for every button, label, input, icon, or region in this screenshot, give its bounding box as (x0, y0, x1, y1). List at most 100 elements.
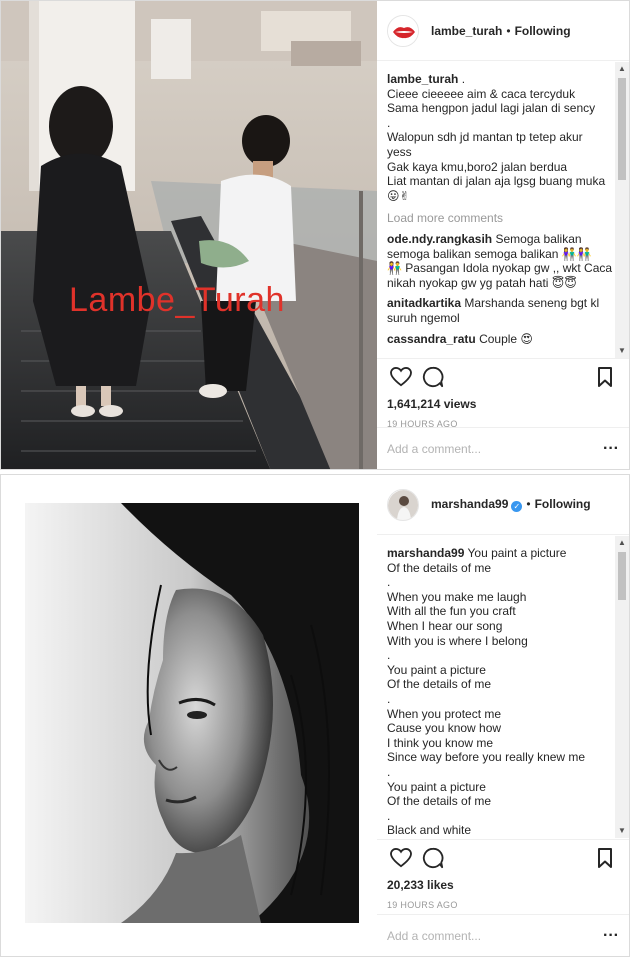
add-comment-input[interactable] (387, 928, 604, 943)
caption-line: Of the details of me (387, 560, 492, 575)
username-link[interactable]: lambe_turah (431, 24, 502, 38)
caption-line: . (387, 691, 391, 706)
header-title: lambe_turah • Following (431, 24, 571, 38)
caption-line: yess (387, 144, 412, 159)
caption-line: . (387, 115, 391, 130)
heart-icon (390, 367, 412, 387)
comment-bubble-icon (422, 366, 444, 388)
like-button[interactable] (387, 363, 415, 391)
comment-continuation: 👫 Pasangan Idola nyokap gw ,, wkt Caca n… (387, 261, 613, 290)
bookmark-icon (598, 848, 612, 868)
caption-line: Black and white (387, 823, 472, 838)
caption-line: . (387, 808, 391, 823)
caption-line: . (387, 648, 391, 663)
caption-line: Liat mantan di jalan aja lgsg buang muka (387, 174, 606, 189)
caption-line: Walopun sdh jd mantan tp tetep akur (387, 130, 583, 145)
following-button[interactable]: Following (535, 497, 591, 511)
add-comment-input[interactable] (387, 441, 604, 456)
caption-line: You paint a picture (387, 662, 486, 677)
comments-list[interactable]: lambe_turah . Cieee cieeeee aim & caca t… (377, 62, 629, 358)
post-header: lambe_turah • Following (377, 1, 629, 61)
caption-line: You paint a picture (387, 779, 486, 794)
caption-line: With all the fun you craft (387, 604, 516, 619)
more-dots-icon[interactable]: ··· (603, 927, 619, 945)
caption-line: . (387, 575, 391, 590)
caption-line: When you make me laugh (387, 589, 527, 604)
save-button[interactable] (591, 844, 619, 872)
mall-escalator-scene (1, 1, 377, 469)
scroll-up-arrow-icon[interactable]: ▲ (615, 62, 629, 76)
comments-scrollbar[interactable]: ▲ ▼ (615, 536, 629, 838)
post-marshanda: marshanda99 ✓ • Following marshanda99 You p… (0, 474, 630, 957)
post-header: marshanda99 ✓ • Following (377, 475, 629, 535)
add-comment-bar: ··· (377, 914, 629, 956)
verified-badge-icon: ✓ (511, 501, 523, 512)
timestamp[interactable]: 19 HOURS AGO (387, 900, 619, 910)
caption-line: Cieee cieeeee aim & caca tercyduk (387, 86, 576, 101)
scroll-up-arrow-icon[interactable]: ▲ (615, 536, 629, 550)
like-button[interactable] (387, 844, 415, 872)
likes-count[interactable]: 20,233 likes (387, 878, 619, 892)
lips-logo-icon (388, 15, 418, 46)
comment-bubble-icon (422, 847, 444, 869)
caption-line: When you protect me (387, 706, 502, 721)
caption-line: Of the details of me (387, 794, 492, 809)
heart-icon (390, 848, 412, 868)
caption-username[interactable]: lambe_turah (387, 72, 458, 86)
following-button[interactable]: Following (515, 24, 571, 38)
scroll-down-arrow-icon[interactable]: ▼ (615, 824, 629, 838)
views-count[interactable]: 1,641,214 views (387, 397, 619, 411)
comment-username[interactable]: anitadkartika (387, 296, 461, 310)
comment-username[interactable]: cassandra_ratu (387, 332, 476, 346)
post-lambe-turah: Lambe_Turah lambe_turah • Following lambe_… (0, 0, 630, 470)
scroll-thumb[interactable] (618, 78, 626, 180)
add-comment-bar: ··· (377, 427, 629, 469)
caption-first-line: You paint a picture (467, 546, 567, 560)
post-actions: 1,641,214 views 19 HOURS AGO (377, 358, 629, 429)
scroll-thumb[interactable] (618, 552, 626, 600)
action-icons-row (387, 840, 619, 876)
post-actions: 20,233 likes 19 HOURS AGO (377, 839, 629, 910)
comment-item: anitadkartika Marshanda seneng bgt kl su… (387, 296, 615, 325)
comment-item: ode.ndy.rangkasih Semoga balikan semoga … (387, 232, 615, 290)
caption-line: Of the details of me (387, 677, 492, 692)
caption: marshanda99 You paint a picture Of the d… (387, 546, 615, 838)
header-title: marshanda99 ✓ • Following (431, 497, 591, 512)
caption-username[interactable]: marshanda99 (387, 546, 464, 560)
video-watermark: Lambe_Turah (69, 281, 285, 319)
bookmark-icon (598, 367, 612, 387)
profile-photo-icon (388, 489, 418, 520)
caption-line: When I hear our song (387, 618, 503, 633)
post-photo[interactable] (1, 475, 377, 956)
post-video-frame[interactable]: Lambe_Turah (1, 1, 377, 469)
caption-line: Cause you know how (387, 721, 502, 736)
comment-button[interactable] (419, 844, 447, 872)
username-link[interactable]: marshanda99 (431, 497, 508, 511)
comment-text: Couple 😍 (479, 331, 533, 346)
scroll-down-arrow-icon[interactable]: ▼ (615, 344, 629, 358)
comment-item: cassandra_ratu Couple 😍 (387, 332, 615, 347)
caption-line: I think you know me (387, 735, 494, 750)
comment-username[interactable]: ode.ndy.rangkasih (387, 232, 492, 246)
comments-list[interactable]: marshanda99 You paint a picture Of the d… (377, 536, 629, 838)
dot-separator: • (506, 23, 511, 38)
avatar[interactable] (387, 488, 419, 521)
post-sidebar: lambe_turah • Following lambe_turah . Ciee… (377, 1, 629, 469)
caption-line: Gak kaya kmu,boro2 jalan berdua (387, 159, 568, 174)
avatar[interactable] (387, 14, 419, 47)
caption-line: . (387, 764, 391, 779)
caption-first-line: . (461, 72, 466, 86)
caption-line: 😛✌ (387, 188, 410, 203)
more-dots-icon[interactable]: ··· (603, 440, 619, 458)
caption-line: With you is where I belong (387, 633, 528, 648)
caption-line: Since way before you really knew me (387, 750, 586, 765)
bw-portrait-photo (25, 503, 359, 923)
comment-button[interactable] (419, 363, 447, 391)
load-more-comments-link[interactable]: Load more comments (387, 211, 615, 226)
comments-scrollbar[interactable]: ▲ ▼ (615, 62, 629, 358)
dot-separator: • (526, 497, 531, 511)
caption-line: Sama hengpon jadul lagi jalan di sency (387, 101, 596, 116)
action-icons-row (387, 359, 619, 395)
post-sidebar: marshanda99 ✓ • Following marshanda99 You p… (377, 475, 629, 956)
save-button[interactable] (591, 363, 619, 391)
